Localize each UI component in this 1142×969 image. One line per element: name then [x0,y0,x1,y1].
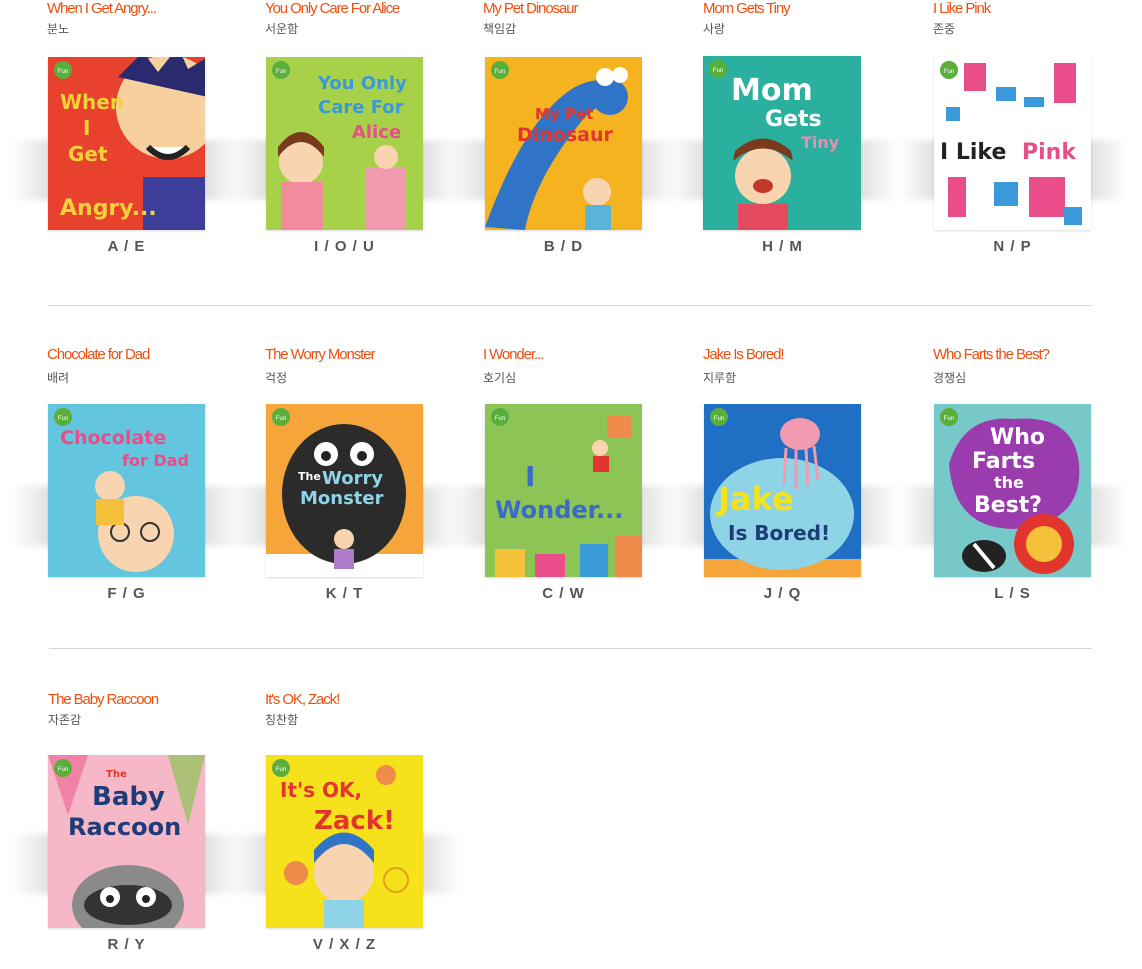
book-title[interactable]: I Wonder... [483,346,544,363]
cover-title-line: Best? [974,493,1042,518]
cover-title-line: for Dad [122,451,189,470]
row-divider [49,305,1092,306]
cover-title-line: Gets [765,107,822,132]
svg-text:Fun: Fun [944,416,954,422]
cover-title-line: Zack! [314,806,395,836]
cover-title-line: Pink [1022,140,1077,165]
svg-text:Fun: Fun [58,767,68,773]
book-theme: 서운함 [265,22,299,36]
cover-title-line: Worry [322,468,383,489]
svg-text:Fun: Fun [714,416,724,422]
phonics-codes: B / D [543,238,584,255]
phonics-codes: N / P [993,238,1032,255]
book-cover[interactable]: Fun Chocolate for Dad [48,404,205,577]
book-title[interactable]: I Like Pink [933,0,991,17]
book-cover[interactable]: Fun The Worry Monster [266,404,423,577]
book-title[interactable]: Who Farts the Best? [933,346,1050,363]
book-cover[interactable]: Fun You Only Care For Alice [266,57,423,230]
book-title[interactable]: Jake Is Bored! [703,346,785,363]
svg-text:Fun: Fun [713,68,723,74]
cover-title-line: the [994,473,1024,492]
book-title[interactable]: My Pet Dinosaur [483,0,578,17]
svg-text:Fun: Fun [276,767,286,773]
book-theme: 존중 [933,22,956,36]
cover-title-line: My Pet [535,105,593,123]
svg-text:Fun: Fun [944,69,954,75]
cover-title-line: Dinosaur [517,124,614,146]
svg-text:Fun: Fun [276,69,286,75]
cover-title-line: Baby [92,782,165,812]
book-cover[interactable]: Fun Mom Gets Tiny [703,56,861,230]
cover-title-line: I [525,460,535,493]
book-theme: 사랑 [703,22,726,36]
book-theme: 지루함 [703,371,737,385]
phonics-codes: R / Y [107,936,146,953]
book-title[interactable]: The Baby Raccoon [48,691,159,708]
cover-title-line: Angry... [60,196,157,221]
row-divider [49,648,1092,649]
phonics-codes: I / O / U [314,238,375,255]
book-theme: 자존감 [48,713,82,727]
cover-title-line: Get [68,142,108,166]
phonics-codes: H / M [762,238,803,255]
cover-title-line: Chocolate [60,427,166,449]
book-title[interactable]: When I Get Angry... [47,0,157,17]
phonics-codes: J / Q [763,585,802,602]
book-cover[interactable]: Fun Jake Is Bored! [704,404,861,577]
cover-title-line: Tiny [801,133,840,152]
phonics-codes: V / X / Z [312,936,377,953]
phonics-codes: L / S [994,585,1031,602]
book-theme: 경쟁심 [933,371,967,385]
cover-title-line: You Only [317,73,407,94]
phonics-codes: K / T [325,585,364,602]
cover-title-line: Monster [300,488,384,509]
phonics-codes: A / E [107,238,146,255]
cover-title-line: Farts [972,449,1035,474]
book-title[interactable]: Mom Gets Tiny [703,0,791,17]
book-cover[interactable]: Fun I Like Pink [934,57,1091,230]
book-theme: 책임감 [483,22,517,36]
cover-title-line: I [83,116,90,140]
cover-title-line: Alice [352,122,401,143]
svg-text:Fun: Fun [495,69,505,75]
book-theme: 칭찬함 [265,713,299,727]
cover-title-line: I Like [940,140,1006,165]
cover-title-line: Raccoon [68,813,181,841]
phonics-codes: F / G [107,585,146,602]
book-cover[interactable]: Fun When I Get Angry... [48,57,205,230]
book-cover[interactable]: Fun It's OK, Zack! [266,755,423,928]
cover-title-line: Jake [716,480,794,518]
svg-text:Fun: Fun [58,416,68,422]
book-cover[interactable]: Fun The Baby Raccoon [48,755,205,928]
book-title[interactable]: You Only Care For Alice [265,0,400,17]
cover-title-line: When [60,90,124,114]
book-theme: 배려 [47,371,70,385]
book-cover[interactable]: Fun Who Farts the Best? [934,404,1091,577]
book-title[interactable]: The Worry Monster [265,346,375,363]
cover-title-line: Is Bored! [728,521,830,545]
svg-text:Fun: Fun [495,416,505,422]
book-theme: 걱정 [265,371,288,385]
phonics-codes: C / W [542,585,585,602]
svg-text:Fun: Fun [276,416,286,422]
cover-title-line: Wonder... [495,496,623,524]
cover-title-line: Who [990,425,1045,450]
cover-title-line: The [106,769,127,780]
cover-title-line: The [298,470,321,483]
book-theme: 호기심 [483,371,517,385]
cover-title-line: Mom [731,73,813,108]
cover-title-line: It's OK, [280,778,362,802]
cover-title-line: Care For [318,97,404,118]
book-theme: 분노 [47,22,70,36]
book-cover[interactable]: Fun My Pet Dinosaur [485,57,642,230]
book-title[interactable]: It's OK, Zack! [265,691,340,708]
book-cover[interactable]: Fun I Wonder... [485,404,642,577]
publisher-badge: Fun [58,69,68,75]
book-title[interactable]: Chocolate for Dad [47,346,150,363]
